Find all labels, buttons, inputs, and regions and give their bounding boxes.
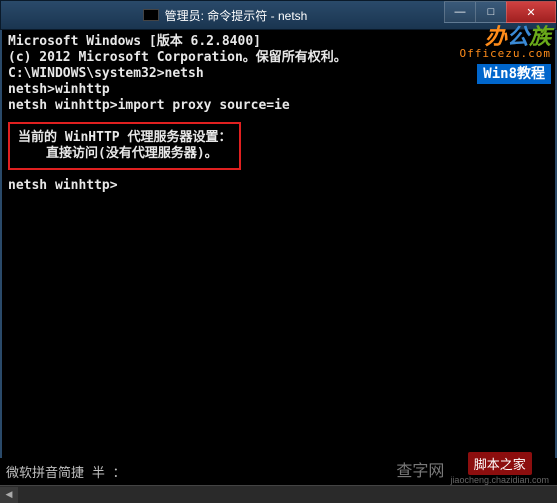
ime-status: 微软拼音简捷 半 ： bbox=[6, 462, 126, 481]
maximize-button[interactable]: □ bbox=[475, 1, 507, 23]
highlight-box: 当前的 WinHTTP 代理服务器设置： 直接访问(没有代理服务器)。 bbox=[8, 122, 241, 170]
close-button[interactable]: ✕ bbox=[506, 1, 556, 23]
terminal-prompt: netsh winhttp> bbox=[8, 178, 549, 194]
terminal-area[interactable]: 办公族 Officezu.com Win8教程 Microsoft Window… bbox=[0, 30, 557, 458]
window-titlebar: 管理员: 命令提示符 - netsh — □ ✕ bbox=[0, 0, 557, 30]
watermark-brand: 办公族 bbox=[460, 30, 551, 46]
watermark-top: 办公族 Officezu.com Win8教程 bbox=[460, 30, 551, 84]
horizontal-scrollbar[interactable]: ◀ bbox=[0, 485, 557, 503]
box-line-1: 当前的 WinHTTP 代理服务器设置： bbox=[18, 130, 231, 146]
cmd-icon bbox=[143, 9, 159, 21]
bottom-wm-url: jiaocheng.chazidian.com bbox=[450, 475, 549, 485]
bottom-wm-text: 查字网 bbox=[396, 457, 444, 481]
watermark-url: Officezu.com bbox=[460, 46, 551, 62]
watermark-bottom: 查字网 脚本之家 jiaocheng.chazidian.com bbox=[396, 452, 549, 485]
window-title: 管理员: 命令提示符 - netsh bbox=[165, 7, 308, 24]
watermark-tag: Win8教程 bbox=[477, 64, 551, 84]
bottom-wm-group: 脚本之家 jiaocheng.chazidian.com bbox=[450, 452, 549, 485]
scroll-left-button[interactable]: ◀ bbox=[0, 487, 18, 503]
minimize-button[interactable]: — bbox=[444, 1, 476, 23]
titlebar-left: 管理员: 命令提示符 - netsh bbox=[1, 7, 445, 24]
terminal-prompt: netsh winhttp>import proxy source=ie bbox=[8, 98, 549, 114]
bottom-wm-red: 脚本之家 bbox=[468, 452, 532, 475]
terminal-prompt: netsh>winhttp bbox=[8, 82, 549, 98]
box-line-2: 直接访问(没有代理服务器)。 bbox=[18, 146, 231, 162]
